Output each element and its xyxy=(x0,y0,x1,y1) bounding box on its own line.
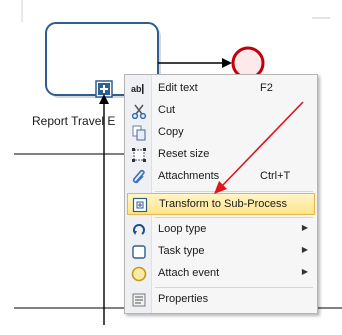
flow-arrowhead xyxy=(222,58,232,68)
task-type-icon xyxy=(132,245,146,259)
menu-item-label: Loop type xyxy=(158,223,207,235)
task-label[interactable]: Report Travel E xyxy=(32,114,115,128)
menu-item-label: Cut xyxy=(158,104,176,116)
copy-icon xyxy=(132,125,146,141)
menu-item-edit-text[interactable]: ab Edit text F2 xyxy=(127,78,315,100)
menu-item-reset-size[interactable]: Reset size xyxy=(127,144,315,166)
attachment-icon xyxy=(132,169,145,184)
menu-item-copy[interactable]: Copy xyxy=(127,122,315,144)
menu-item-transform-to-sub-process[interactable]: Transform to Sub-Process xyxy=(127,193,315,215)
menu-item-cut[interactable]: Cut xyxy=(127,100,315,122)
reset-size-icon xyxy=(132,148,146,162)
edit-text-icon: ab xyxy=(131,84,144,94)
menu-item-loop-type[interactable]: Loop type ▶ xyxy=(127,219,315,241)
menu-item-attachments[interactable]: Attachments Ctrl+T xyxy=(127,166,315,188)
submenu-arrow-icon: ▶ xyxy=(301,245,308,254)
loop-icon xyxy=(133,224,145,235)
submenu-arrow-icon: ▶ xyxy=(301,223,308,232)
menu-item-properties[interactable]: Properties xyxy=(127,289,315,311)
context-menu: ab Edit text F2 Cut Copy Reset size Atta… xyxy=(124,74,318,314)
menu-item-shortcut: F2 xyxy=(260,82,273,94)
menu-item-label: Reset size xyxy=(158,148,210,160)
menu-item-label: Copy xyxy=(158,126,184,138)
svg-text:ab: ab xyxy=(131,84,142,94)
cut-icon xyxy=(131,104,147,119)
menu-item-label: Transform to Sub-Process xyxy=(159,198,287,210)
subprocess-icon xyxy=(132,197,148,213)
menu-item-task-type[interactable]: Task type ▶ xyxy=(127,241,315,263)
menu-separator xyxy=(155,217,313,218)
attach-event-icon xyxy=(131,266,147,282)
menu-item-attach-event[interactable]: Attach event ▶ xyxy=(127,263,315,285)
submenu-arrow-icon: ▶ xyxy=(301,267,308,276)
menu-item-shortcut: Ctrl+T xyxy=(260,170,291,182)
menu-separator xyxy=(155,287,313,288)
menu-item-label: Attachments xyxy=(158,170,220,182)
menu-item-label: Attach event xyxy=(158,267,220,279)
menu-separator xyxy=(155,191,313,192)
menu-item-label: Properties xyxy=(158,293,209,305)
properties-icon xyxy=(132,293,146,307)
menu-item-label: Task type xyxy=(158,245,205,257)
menu-item-label: Edit text xyxy=(158,82,198,94)
